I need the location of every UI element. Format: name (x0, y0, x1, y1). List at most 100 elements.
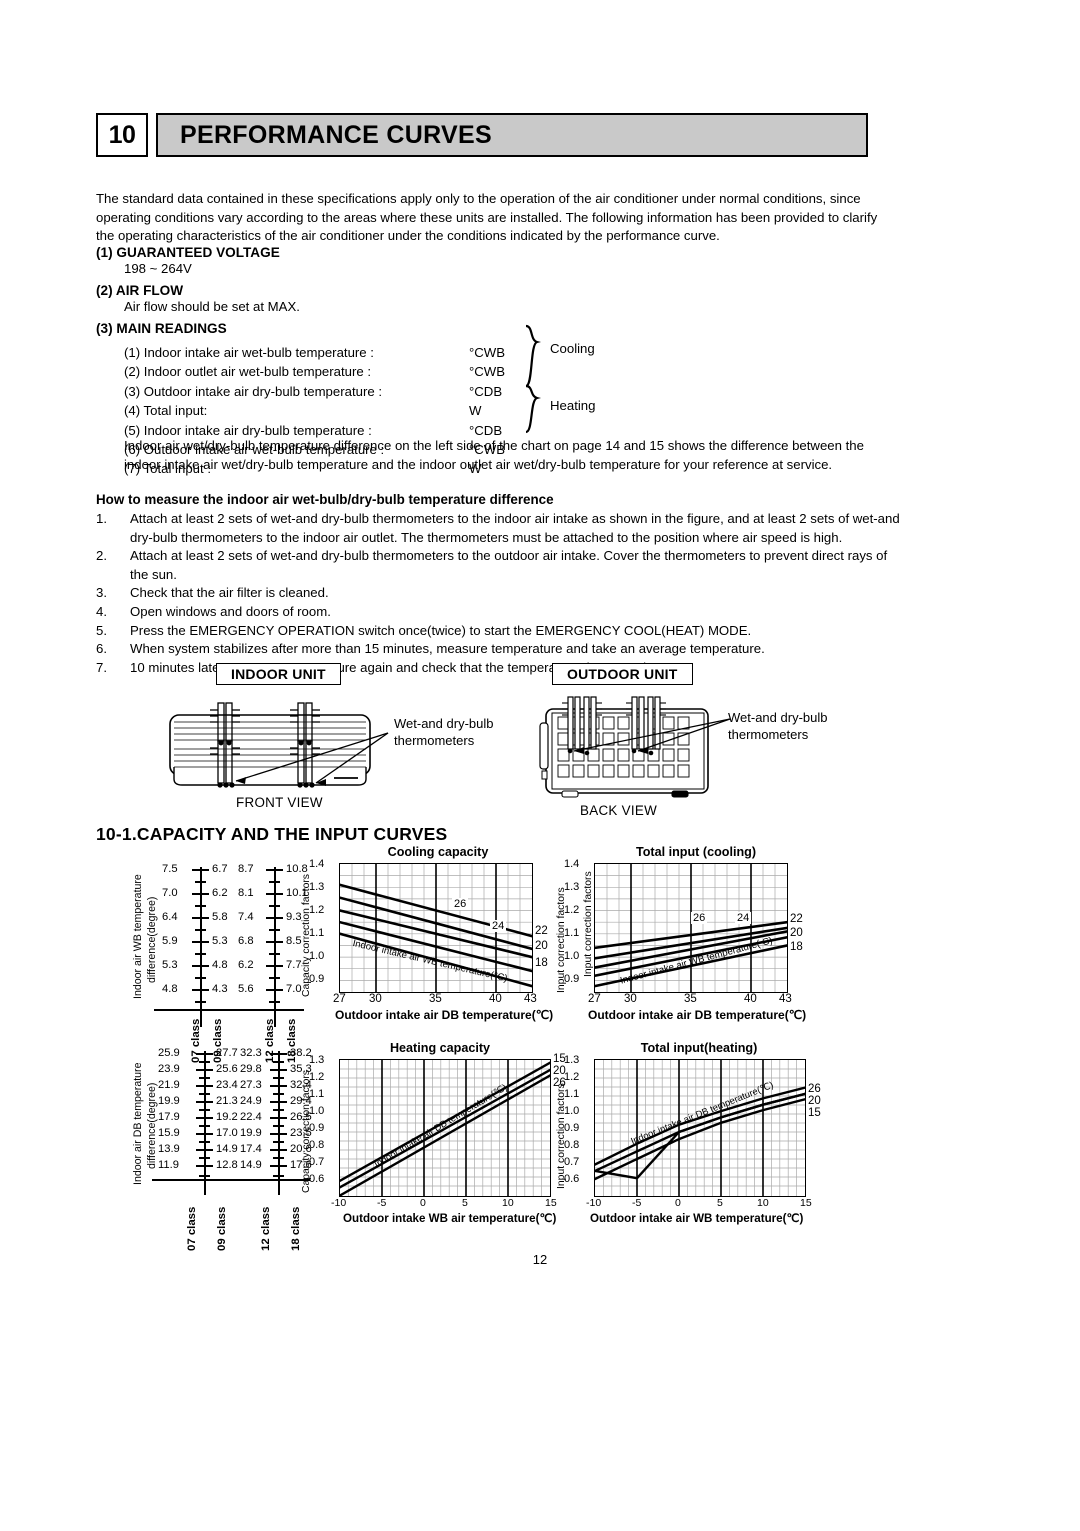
right-series-label-20: 20 (535, 940, 548, 952)
y-tick: 0.7 (309, 1156, 325, 1168)
page-title: PERFORMANCE CURVES (180, 120, 492, 149)
reading-unit: °CDB (469, 383, 503, 399)
outdoor-unit-title: OUTDOOR UNIT (552, 663, 693, 685)
class-label-09: 09 class (216, 1206, 228, 1251)
chart-title: Total input (cooling) (635, 845, 757, 859)
ladder-value: 12.8 (216, 1159, 238, 1171)
ladder-value: 17.0 (216, 1127, 238, 1139)
page-number: 12 (532, 1252, 548, 1267)
x-tick: 10 (757, 1197, 769, 1209)
ladder-value: 19.2 (216, 1111, 238, 1123)
heating-ladder-axis-label-1: Indoor air DB temperature (132, 1062, 144, 1185)
chart-svg (595, 1060, 805, 1196)
subsection-title: 10-1.CAPACITY AND THE INPUT CURVES (96, 824, 448, 844)
thermo-label-line1: Wet-and dry-bulb (728, 710, 828, 725)
main-readings-title-block: (3) MAIN READINGS (96, 321, 227, 336)
ladder-value: 11.9 (158, 1159, 179, 1171)
ladder-value: 7.4 (238, 911, 254, 923)
y-tick: 1.3 (564, 1054, 580, 1066)
reading-label: (2) Indoor outlet air wet-bulb temperatu… (124, 364, 372, 380)
right-series-label-15: 15 (808, 1107, 821, 1119)
y-tick: 1.3 (309, 881, 325, 893)
y-tick: 1.3 (564, 881, 580, 893)
x-tick: 43 (779, 993, 792, 1005)
list-item-number: 1. (96, 511, 107, 526)
x-tick: 0 (420, 1197, 426, 1209)
chart-x-axis-label: Outdoor intake air DB temperature(℃) (588, 1008, 807, 1022)
air-flow-block: (2) AIR FLOW Air flow should be set at M… (96, 283, 300, 317)
ladder-value: 22.4 (240, 1111, 262, 1123)
curve-annotation-26: 26 (691, 912, 708, 924)
y-tick: 1.1 (309, 927, 325, 939)
reading-label: (1) Indoor intake air wet-bulb temperatu… (124, 345, 374, 360)
x-tick: 0 (675, 1197, 681, 1209)
y-tick: 1.0 (564, 1105, 580, 1117)
heating-ladder-axis-label-2: difference(degree) (146, 1082, 158, 1169)
x-tick: -10 (586, 1197, 602, 1209)
x-tick: 35 (429, 993, 442, 1005)
y-tick: 0.9 (564, 973, 580, 985)
how-to-measure-block: How to measure the indoor air wet-bulb/d… (96, 492, 906, 677)
chart-x-axis-label: Outdoor intake air DB temperature(℃) (335, 1008, 554, 1022)
ladder-baseline (152, 1179, 310, 1181)
heating-brace-icon (525, 384, 541, 434)
list-item-text: Attach at least 2 sets of wet-and dry-bu… (130, 548, 888, 582)
outdoor-thermometer-annotation: Wet-and dry-bulb thermometers (728, 709, 827, 743)
class-label-18: 18 class (290, 1206, 302, 1251)
reading-row: (2) Indoor outlet air wet-bulb temperatu… (124, 362, 744, 381)
x-tick: 27 (588, 993, 601, 1005)
ladder-value: 7.0 (162, 887, 178, 899)
y-tick: 1.0 (309, 950, 325, 962)
chart-svg (595, 864, 787, 992)
y-tick: 1.1 (564, 927, 580, 939)
ladder-value: 23.9 (158, 1063, 180, 1075)
ladder-value: 7.0 (286, 983, 302, 995)
reading-row: (1) Indoor intake air wet-bulb temperatu… (124, 343, 744, 362)
ladder-value: 25.6 (216, 1063, 238, 1075)
indoor-view-label: FRONT VIEW (236, 795, 323, 810)
ladder-value: 32.3 (240, 1047, 262, 1059)
ladder-value: 19.9 (240, 1127, 262, 1139)
outdoor-view-label: BACK VIEW (580, 803, 658, 818)
ladder-axis-a (200, 867, 202, 1027)
guaranteed-voltage-block: (1) GUARANTEED VOLTAGE 198 ~ 264V (96, 245, 280, 279)
list-item: 1. Attach at least 2 sets of wet-and dry… (96, 510, 906, 547)
chart-x-axis-label: Outdoor intake air WB temperature(℃) (590, 1212, 804, 1225)
right-series-label-18: 18 (535, 957, 548, 969)
document-page: 10 PERFORMANCE CURVES The standard data … (0, 0, 1080, 1531)
x-tick: 27 (333, 993, 346, 1005)
reading-label: (3) Outdoor intake air dry-bulb temperat… (124, 383, 383, 399)
right-series-label-22: 22 (535, 925, 548, 937)
x-tick: 10 (502, 1197, 514, 1209)
thermo-label-line2: thermometers (728, 727, 809, 742)
ladder-value: 7.5 (162, 863, 178, 875)
ladder-value: 29.8 (240, 1063, 262, 1075)
reading-row: (4) Total input: W (124, 401, 744, 420)
y-tick: 0.6 (309, 1173, 325, 1185)
y-tick: 1.2 (564, 1071, 580, 1083)
list-item-number: 4. (96, 603, 107, 619)
curve-annotation-24: 24 (490, 920, 507, 932)
x-tick: 5 (717, 1197, 723, 1209)
y-tick: 1.4 (309, 858, 325, 870)
ladder-value: 6.4 (162, 911, 178, 923)
ladder-baseline (154, 1009, 304, 1011)
ladder-value: 24.9 (240, 1095, 262, 1107)
x-tick: -5 (632, 1197, 642, 1209)
y-tick: 0.8 (564, 1139, 580, 1151)
right-series-label-22: 22 (790, 913, 803, 925)
section-title-bar: PERFORMANCE CURVES (156, 113, 868, 157)
unit-figures: INDOOR UNIT Wet-and dry-bulb thermometer… (96, 663, 916, 843)
right-series-label-20: 20 (790, 927, 803, 939)
ladder-value: 5.3 (162, 959, 178, 971)
list-item-text: When system stabilizes after more than 1… (130, 641, 765, 657)
ladder-value: 5.6 (238, 983, 254, 995)
reading-label: (4) Total input: (124, 403, 208, 419)
y-tick: 0.9 (309, 1122, 325, 1134)
x-tick: 15 (545, 1197, 557, 1209)
list-item-number: 3. (96, 585, 107, 601)
indoor-unit-illustration (169, 702, 389, 788)
heating-ladder-scale: Indoor air DB temperature difference(deg… (126, 1047, 312, 1251)
ladder-value: 6.2 (212, 887, 228, 899)
list-item-number: 5. (96, 622, 107, 638)
